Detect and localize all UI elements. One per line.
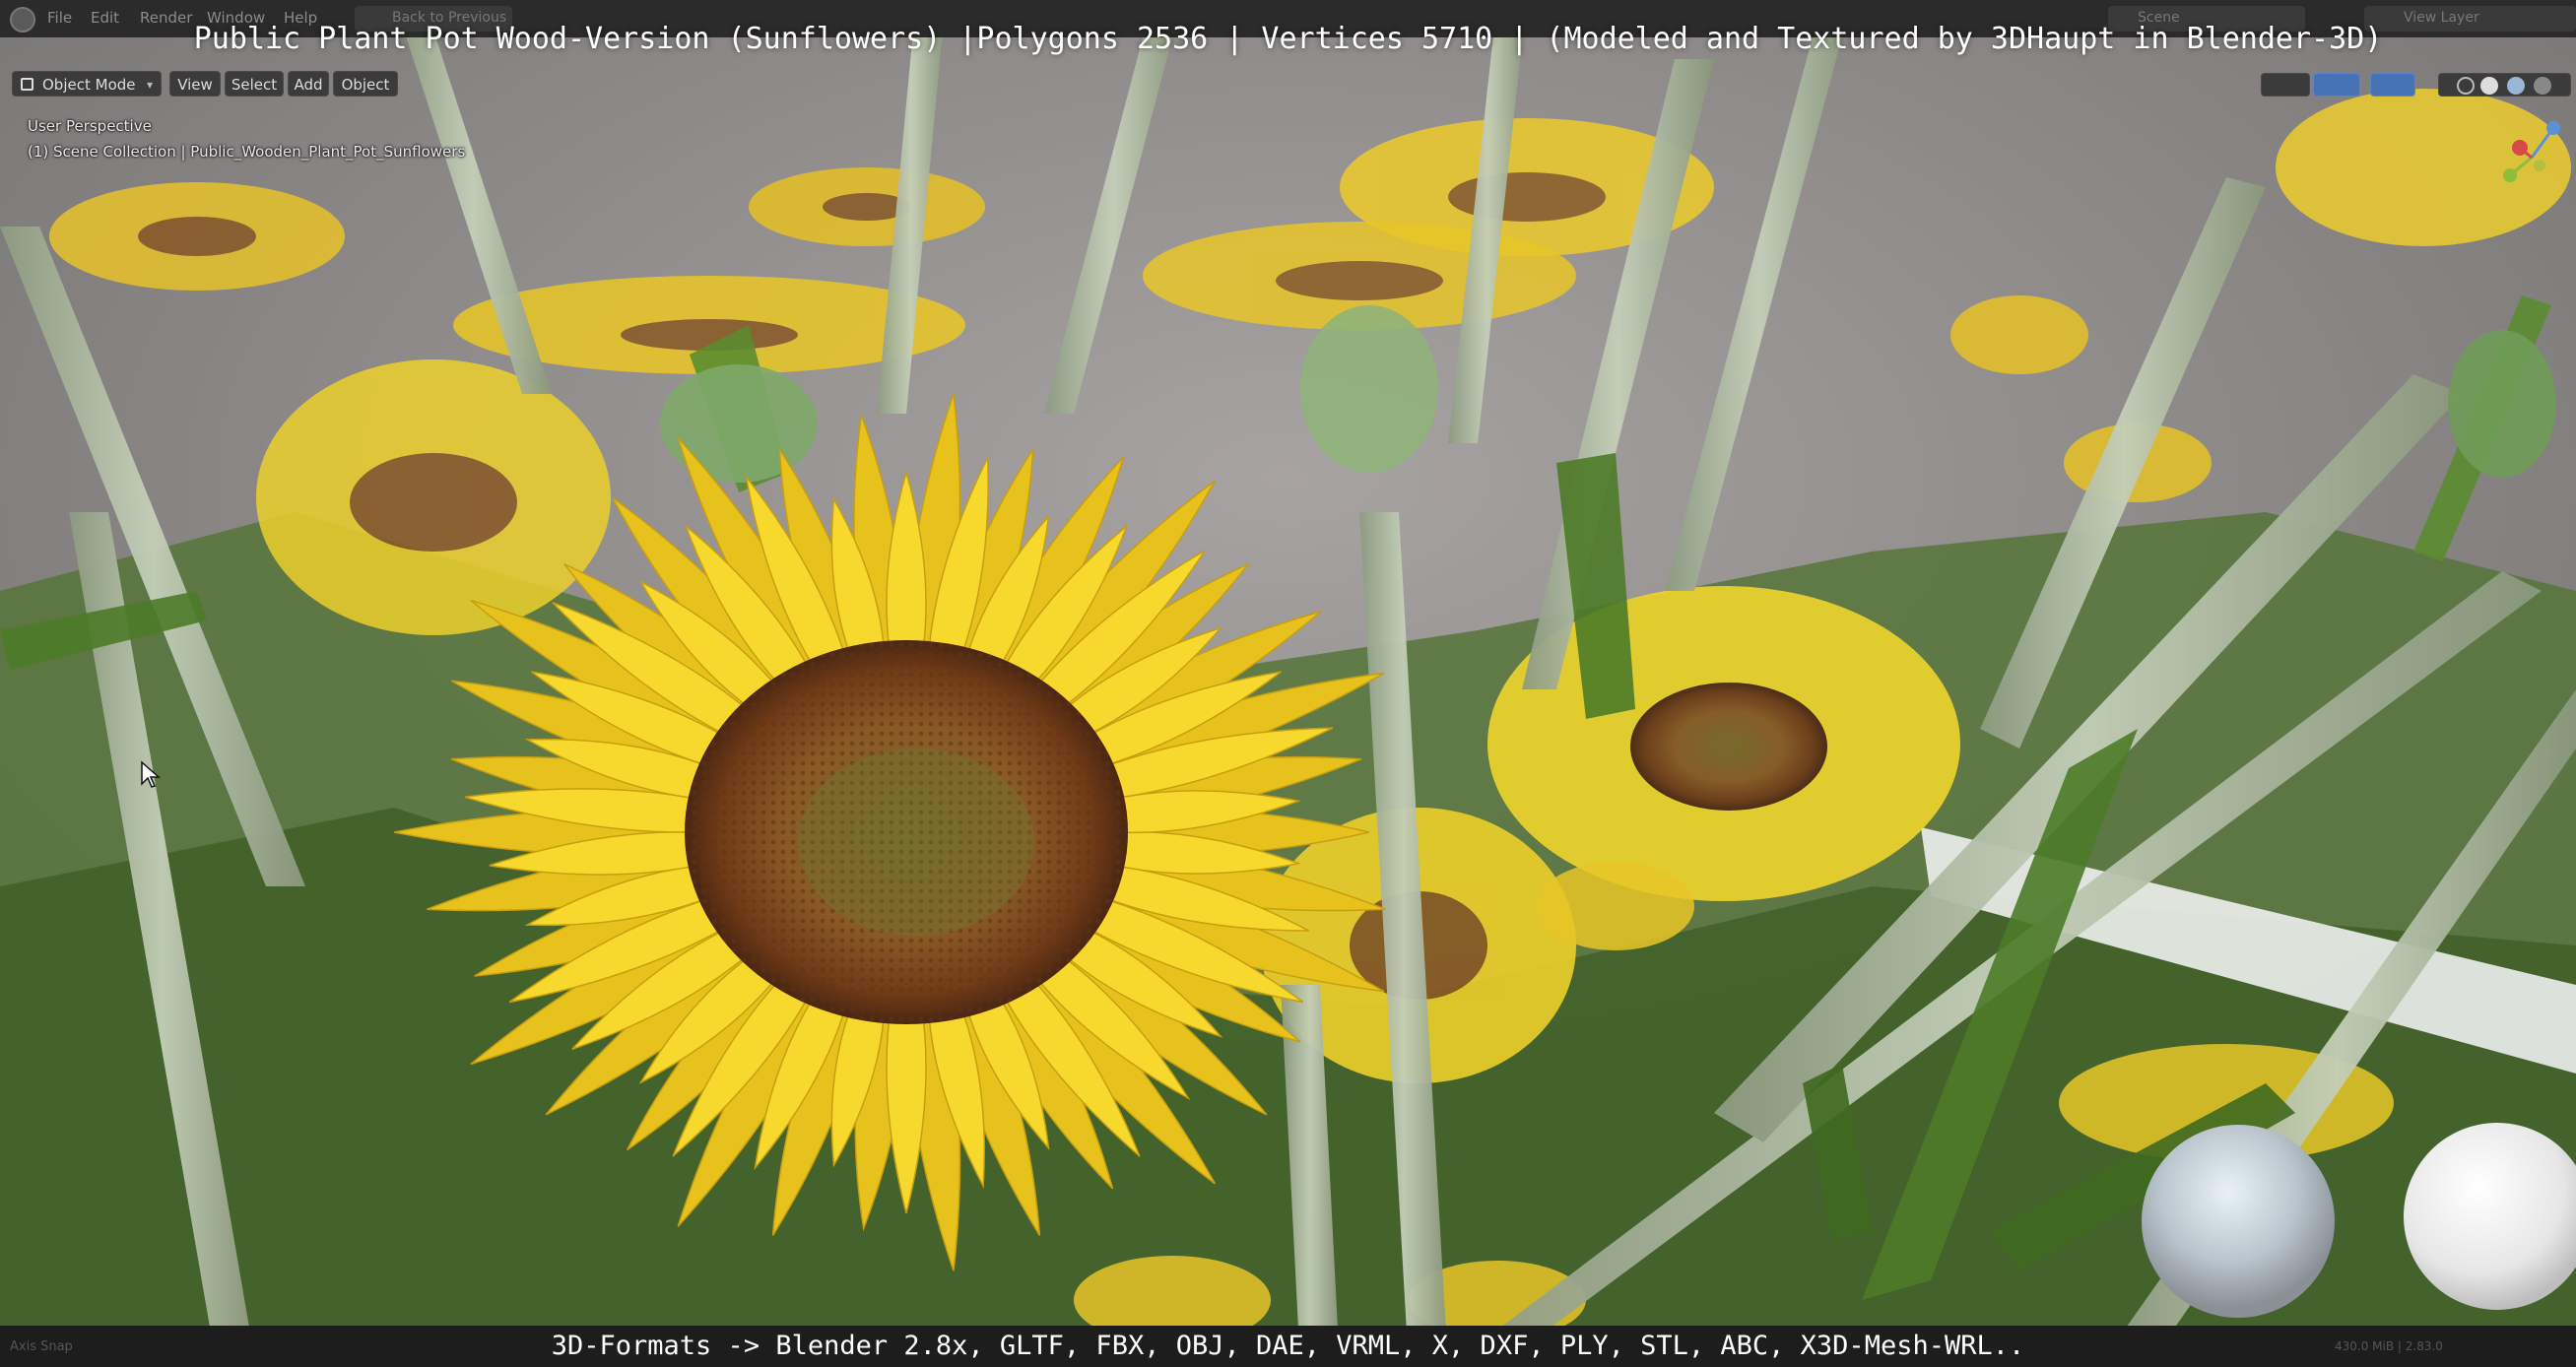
add-menu-button[interactable]: Add	[288, 71, 329, 97]
small-sunflower-12	[1950, 295, 2088, 374]
overlay-toggle[interactable]	[2370, 73, 2415, 97]
top-menu-bar: File Edit Render Window Help Back to Pre…	[0, 0, 2576, 37]
scene-selector[interactable]: Scene	[2108, 6, 2305, 32]
back-to-previous-button[interactable]: Back to Previous	[355, 6, 512, 32]
mouse-cursor-icon	[141, 760, 161, 788]
navigation-gizmo-icon[interactable]	[2492, 118, 2571, 197]
select-menu-button[interactable]: Select	[225, 71, 284, 97]
formats-overlay: 3D-Formats -> Blender 2.8x, GLTF, FBX, O…	[551, 1331, 2025, 1361]
scene-label: Scene	[2138, 10, 2180, 26]
small-sunflower-1	[49, 182, 345, 291]
small-sunflower-10	[1537, 862, 1694, 950]
view-layer-label: View Layer	[2404, 10, 2479, 26]
collection-label: (1) Scene Collection | Public_Wooden_Pla…	[28, 143, 466, 161]
blender-logo-icon[interactable]	[10, 7, 35, 33]
object-mode-label: Object Mode	[42, 76, 136, 94]
material-shading-icon[interactable]	[2507, 77, 2525, 95]
gizmo-toggle[interactable]	[2313, 73, 2360, 97]
rendered-shading-icon[interactable]	[2534, 77, 2551, 95]
3d-viewport[interactable]	[0, 0, 2576, 1367]
object-mode-dropdown[interactable]: Object Mode ▾	[12, 71, 162, 97]
chevron-down-icon: ▾	[146, 78, 153, 92]
blender-window: File Edit Render Window Help Back to Pre…	[0, 0, 2576, 1367]
small-sunflower-2	[749, 167, 985, 246]
view-layer-selector[interactable]: View Layer	[2364, 6, 2576, 32]
material-preview-sphere-icon	[2142, 1125, 2335, 1318]
object-mode-icon	[21, 78, 33, 91]
menu-render[interactable]: Render	[140, 9, 192, 27]
perspective-label: User Perspective	[28, 117, 152, 135]
wireframe-shading-icon[interactable]	[2457, 77, 2475, 95]
menu-edit[interactable]: Edit	[91, 9, 119, 27]
viewport-header: Object Mode ▾ View Select Add Object	[0, 69, 2576, 102]
visibility-toggle[interactable]	[2261, 73, 2310, 97]
status-bar: Axis Snap 430.0 MiB | 2.83.0 3D-Formats …	[0, 1326, 2576, 1367]
solid-shading-icon[interactable]	[2480, 77, 2498, 95]
viewport-info: User Perspective (1) Scene Collection | …	[28, 113, 465, 164]
view-menu-button[interactable]: View	[169, 71, 221, 97]
back-to-previous-label: Back to Previous	[392, 10, 507, 26]
small-sunflower-7	[256, 359, 611, 635]
viewport-scene	[0, 0, 2576, 1367]
object-menu-button[interactable]: Object	[333, 71, 398, 97]
menu-help[interactable]: Help	[284, 9, 317, 27]
menu-file[interactable]: File	[47, 9, 72, 27]
menu-window[interactable]: Window	[207, 9, 265, 27]
